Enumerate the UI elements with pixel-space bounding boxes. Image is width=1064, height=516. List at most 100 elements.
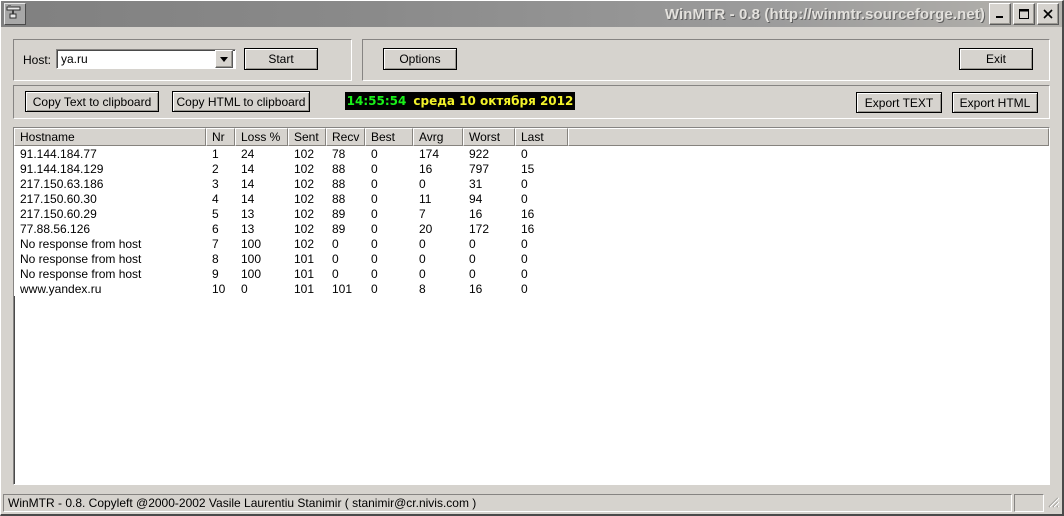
- column-header-avrg[interactable]: Avrg: [413, 128, 463, 146]
- cell-filler: [568, 266, 1049, 281]
- statusbar-secondary: [1014, 494, 1044, 512]
- cell-hostname: No response from host: [20, 251, 142, 266]
- table-row[interactable]: 217.150.63.186 3 14 102 88 0 0 31 0: [14, 176, 1049, 191]
- table-row[interactable]: 217.150.60.29 5 13 102 89 0 7 16 16: [14, 206, 1049, 221]
- cell-recv: 101: [332, 281, 353, 296]
- resize-grip-icon[interactable]: [1045, 494, 1061, 512]
- export-html-button[interactable]: Export HTML: [952, 92, 1038, 113]
- table-row[interactable]: www.yandex.ru 10 0 101 101 0 8 16 0: [14, 281, 1049, 296]
- cell-best: 0: [371, 266, 378, 281]
- table-row[interactable]: 91.144.184.129 2 14 102 88 0 16 797 15: [14, 161, 1049, 176]
- winmtr-window: WinMTR - 0.8 (http://winmtr.sourceforge.…: [0, 0, 1064, 516]
- cell-last: 16: [521, 221, 535, 236]
- cell-loss: 14: [241, 161, 255, 176]
- maximize-button[interactable]: [1013, 3, 1035, 25]
- cell-filler: [568, 161, 1049, 176]
- cell-avrg: 0: [419, 266, 426, 281]
- cell-recv: 0: [332, 266, 339, 281]
- statusbar: WinMTR - 0.8. Copyleft @2000-2002 Vasile…: [1, 492, 1062, 514]
- cell-filler: [568, 236, 1049, 251]
- cell-last: 0: [521, 236, 528, 251]
- start-button[interactable]: Start: [244, 48, 318, 70]
- table-body[interactable]: 91.144.184.77 1 24 102 78 0 174 922 0 91.144.184.…: [14, 146, 1049, 296]
- cell-hostname: No response from host: [20, 236, 142, 251]
- cell-worst: 0: [469, 251, 476, 266]
- cell-nr: 9: [212, 266, 219, 281]
- cell-recv: 78: [332, 146, 346, 161]
- cell-last: 0: [521, 146, 528, 161]
- options-panel: [362, 39, 1050, 81]
- cell-sent: 102: [294, 206, 315, 221]
- table-row[interactable]: 77.88.56.126 6 13 102 89 0 20 172 16: [14, 221, 1049, 236]
- options-button[interactable]: Options: [383, 48, 457, 70]
- cell-best: 0: [371, 191, 378, 206]
- column-header-nr[interactable]: Nr: [206, 128, 235, 146]
- column-header-loss[interactable]: Loss %: [235, 128, 288, 146]
- cell-avrg: 16: [419, 161, 433, 176]
- cell-avrg: 20: [419, 221, 433, 236]
- column-header-recv[interactable]: Recv: [326, 128, 365, 146]
- column-header-worst[interactable]: Worst: [463, 128, 515, 146]
- cell-hostname: 217.150.60.30: [20, 191, 97, 206]
- cell-recv: 0: [332, 251, 339, 266]
- cell-filler: [568, 191, 1049, 206]
- copy-text-button[interactable]: Copy Text to clipboard: [25, 91, 159, 112]
- cell-worst: 16: [469, 206, 483, 221]
- minimize-button[interactable]: [989, 3, 1011, 25]
- table-header[interactable]: Hostname Nr Loss % Sent Recv Best Avrg Worst Las…: [14, 128, 1049, 146]
- cell-sent: 101: [294, 281, 315, 296]
- column-header-last[interactable]: Last: [515, 128, 568, 146]
- export-text-button[interactable]: Export TEXT: [856, 92, 942, 113]
- cell-recv: 89: [332, 206, 346, 221]
- cell-filler: [568, 251, 1049, 266]
- cell-avrg: 0: [419, 251, 426, 266]
- host-input-value[interactable]: ya.ru: [57, 52, 215, 66]
- trace-results-listview[interactable]: Hostname Nr Loss % Sent Recv Best Avrg Worst Las…: [13, 127, 1050, 485]
- cell-best: 0: [371, 206, 378, 221]
- cell-filler: [568, 206, 1049, 221]
- cell-loss: 100: [241, 236, 262, 251]
- table-row[interactable]: No response from host 8 100 101 0 0 0 0 0: [14, 251, 1049, 266]
- cell-avrg: 0: [419, 236, 426, 251]
- copy-html-button[interactable]: Copy HTML to clipboard: [172, 91, 310, 112]
- maximize-icon: [1019, 9, 1029, 19]
- cell-avrg: 7: [419, 206, 426, 221]
- host-dropdown-button[interactable]: [215, 50, 233, 68]
- column-header-hostname[interactable]: Hostname: [14, 128, 206, 146]
- window-controls: [989, 3, 1062, 25]
- cell-sent: 102: [294, 236, 315, 251]
- table-row[interactable]: 217.150.60.30 4 14 102 88 0 11 94 0: [14, 191, 1049, 206]
- column-header-sent[interactable]: Sent: [288, 128, 326, 146]
- window-titlebar[interactable]: WinMTR - 0.8 (http://winmtr.sourceforge.…: [1, 1, 1062, 27]
- host-input[interactable]: ya.ru: [56, 49, 236, 69]
- table-row[interactable]: 91.144.184.77 1 24 102 78 0 174 922 0: [14, 146, 1049, 161]
- cell-nr: 4: [212, 191, 219, 206]
- close-button[interactable]: [1037, 3, 1059, 25]
- network-trace-icon: [4, 3, 26, 25]
- cell-worst: 172: [469, 221, 490, 236]
- cell-best: 0: [371, 176, 378, 191]
- cell-recv: 88: [332, 191, 346, 206]
- cell-last: 15: [521, 161, 535, 176]
- cell-recv: 88: [332, 161, 346, 176]
- cell-filler: [568, 146, 1049, 161]
- column-header-best[interactable]: Best: [365, 128, 413, 146]
- table-row[interactable]: No response from host 9 100 101 0 0 0 0 0: [14, 266, 1049, 281]
- cell-loss: 0: [241, 281, 248, 296]
- cell-sent: 102: [294, 161, 315, 176]
- statusbar-message: WinMTR - 0.8. Copyleft @2000-2002 Vasile…: [3, 494, 1012, 512]
- table-row[interactable]: No response from host 7 100 102 0 0 0 0 0: [14, 236, 1049, 251]
- cell-loss: 14: [241, 191, 255, 206]
- cell-worst: 0: [469, 266, 476, 281]
- cell-worst: 797: [469, 161, 490, 176]
- column-header-filler: [568, 128, 1049, 146]
- cell-avrg: 8: [419, 281, 426, 296]
- cell-filler: [568, 281, 1049, 296]
- clock-display: 14:55:54 среда 10 октября 2012: [345, 92, 575, 110]
- cell-nr: 6: [212, 221, 219, 236]
- cell-filler: [568, 221, 1049, 236]
- exit-button[interactable]: Exit: [959, 48, 1033, 70]
- cell-avrg: 0: [419, 176, 426, 191]
- cell-avrg: 174: [419, 146, 440, 161]
- cell-worst: 31: [469, 176, 483, 191]
